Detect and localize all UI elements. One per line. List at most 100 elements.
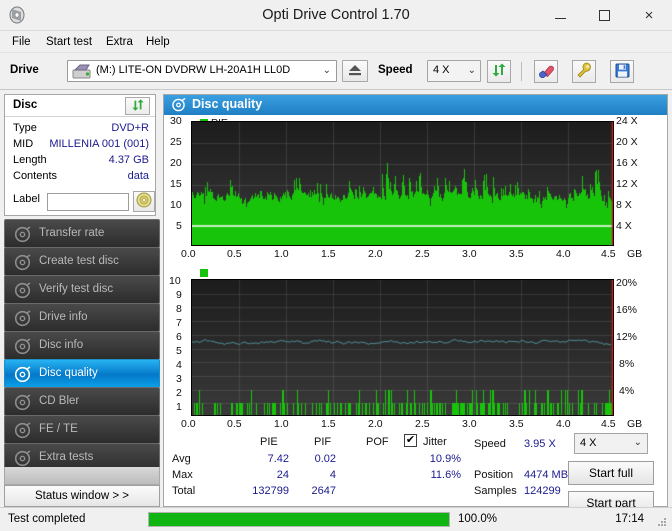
pie-speed-tick-4x: 4 X xyxy=(616,220,632,232)
disc-row-type: Type DVD+R xyxy=(5,122,155,138)
pif-xtick-5: 2.5 xyxy=(415,418,430,430)
disc-label-button[interactable] xyxy=(133,191,155,212)
disc-test-icon xyxy=(14,254,31,271)
sidebar-item-create-test-disc[interactable]: Create test disc xyxy=(4,247,160,276)
chevron-down-icon: ⌄ xyxy=(322,65,331,76)
pie-plot-area xyxy=(191,121,614,246)
pie-ytick-20: 20 xyxy=(170,157,182,169)
menu-item-help[interactable]: Help xyxy=(140,31,176,53)
sidebar-filler xyxy=(4,467,160,485)
legend-swatch-pif xyxy=(200,269,208,277)
test-speed-select[interactable]: 4 X ⌄ xyxy=(574,433,648,454)
stats-col-pof: POF xyxy=(366,436,389,448)
pie-ytick-5: 5 xyxy=(176,220,182,232)
stats-max-jitter: 11.6% xyxy=(430,469,461,481)
check-icon: ✔ xyxy=(405,434,416,446)
menu-bar: File Start test Extra Help xyxy=(0,31,672,53)
sidebar-item-label: Transfer rate xyxy=(39,227,105,239)
pif-xtick-6: 3.0 xyxy=(462,418,477,430)
stats-avg-jitter: 10.9% xyxy=(429,453,461,465)
disc-test-icon xyxy=(14,338,31,355)
pif-xtick-2: 1.0 xyxy=(274,418,289,430)
progress-percent: 100.0% xyxy=(458,513,498,525)
pif-xtick-1: 0.5 xyxy=(227,418,242,430)
speed-select[interactable]: 4 X ⌄ xyxy=(427,60,481,82)
eraser-icon xyxy=(538,63,555,81)
sidebar-item-label: Extra tests xyxy=(39,451,94,463)
sidebar-item-disc-quality[interactable]: Disc quality xyxy=(4,359,160,388)
eject-icon xyxy=(348,64,362,79)
pif-xtick-9: 4.5 xyxy=(601,418,616,430)
result-speed-value: 3.95 X xyxy=(524,438,556,450)
drive-select[interactable]: (M:) LITE-ON DVDRW LH-20A1H LL0D ⌄ xyxy=(67,60,337,82)
menu-item-start-test[interactable]: Start test xyxy=(40,31,98,53)
stats-row-max-label: Max xyxy=(172,469,193,481)
pie-xtick-6: 3.0 xyxy=(462,248,477,260)
disc-test-icon xyxy=(14,422,31,439)
status-bar: Test completed 100.0% 17:14 xyxy=(0,507,672,531)
stats-row-total-label: Total xyxy=(172,485,196,497)
main-panel: Disc quality PIE Read speed Write speed … xyxy=(163,94,668,515)
toolbar-separator xyxy=(521,62,522,81)
pie-speed-tick-16x: 16 X xyxy=(616,157,638,169)
progress-bar-fill xyxy=(149,513,449,526)
jitter-checkbox[interactable]: ✔ xyxy=(404,434,417,447)
save-button[interactable] xyxy=(610,60,634,83)
disc-test-icon xyxy=(14,366,31,383)
pie-xtick-9: 4.5 xyxy=(601,248,616,260)
sidebar-item-label: Disc info xyxy=(39,339,84,351)
eject-button[interactable] xyxy=(342,60,368,82)
disc-label-input[interactable] xyxy=(47,193,129,211)
speed-label: Speed xyxy=(378,64,413,76)
pif-ytick-7: 7 xyxy=(176,317,182,329)
sidebar-item-disc-info[interactable]: Disc info xyxy=(4,331,160,360)
disc-refresh-button[interactable] xyxy=(125,97,150,115)
minimize-button[interactable] xyxy=(538,0,582,30)
status-window-button[interactable]: Status window > > xyxy=(4,485,160,507)
pif-pct-tick-4: 4% xyxy=(619,385,635,397)
sidebar-item-verify-test-disc[interactable]: Verify test disc xyxy=(4,275,160,304)
pie-speed-tick-24x: 24 X xyxy=(616,115,638,127)
result-position-label: Position xyxy=(474,469,514,481)
result-position-value: 4474 MB xyxy=(524,469,569,481)
disc-row-key: Type xyxy=(13,122,37,134)
main-panel-title: Disc quality xyxy=(192,97,263,111)
drive-icon xyxy=(72,64,91,79)
pif-pct-tick-12: 12% xyxy=(616,331,638,343)
disc-test-icon xyxy=(14,310,31,327)
erase-button[interactable] xyxy=(534,60,558,83)
pie-xtick-1: 0.5 xyxy=(227,248,242,260)
disc-panel: Disc Type DVD+R MID MILLENIA 001 (001) L… xyxy=(4,94,156,216)
menu-item-extra[interactable]: Extra xyxy=(100,31,139,53)
sidebar-item-fe-te[interactable]: FE / TE xyxy=(4,415,160,444)
sidebar-item-drive-info[interactable]: Drive info xyxy=(4,303,160,332)
menu-item-file[interactable]: File xyxy=(6,31,37,53)
sidebar-item-label: CD Bler xyxy=(39,395,80,407)
drive-toolbar: Drive (M:) LITE-ON DVDRW LH-20A1H LL0D ⌄ xyxy=(0,53,672,90)
tools-button[interactable] xyxy=(572,60,596,83)
disc-row-value: MILLENIA 001 (001) xyxy=(49,138,149,150)
stats-col-jitter: Jitter xyxy=(423,436,447,448)
pie-xtick-5: 2.5 xyxy=(415,248,430,260)
pif-xaxis-unit: GB xyxy=(627,418,643,430)
drive-label: Drive xyxy=(10,64,39,76)
pif-xtick-3: 1.5 xyxy=(321,418,336,430)
tools-icon xyxy=(576,62,593,81)
pif-ytick-9: 9 xyxy=(176,289,182,301)
pif-xtick-8: 4.0 xyxy=(556,418,571,430)
sidebar-item-cd-bler[interactable]: CD Bler xyxy=(4,387,160,416)
disc-row-key: Contents xyxy=(13,170,58,182)
start-full-button[interactable]: Start full xyxy=(568,461,654,485)
save-icon xyxy=(615,63,630,81)
disc-test-icon xyxy=(14,226,31,243)
maximize-button[interactable] xyxy=(582,0,626,30)
resize-grip-icon[interactable] xyxy=(656,516,668,528)
pif-pct-tick-8: 8% xyxy=(619,358,635,370)
refresh-button[interactable] xyxy=(487,60,511,83)
disc-test-icon xyxy=(14,282,31,299)
pie-xtick-2: 1.0 xyxy=(274,248,289,260)
pie-xtick-0: 0.0 xyxy=(181,248,196,260)
close-button[interactable]: × xyxy=(626,0,672,30)
sidebar-item-transfer-rate[interactable]: Transfer rate xyxy=(4,219,160,248)
pif-ytick-6: 6 xyxy=(176,331,182,343)
